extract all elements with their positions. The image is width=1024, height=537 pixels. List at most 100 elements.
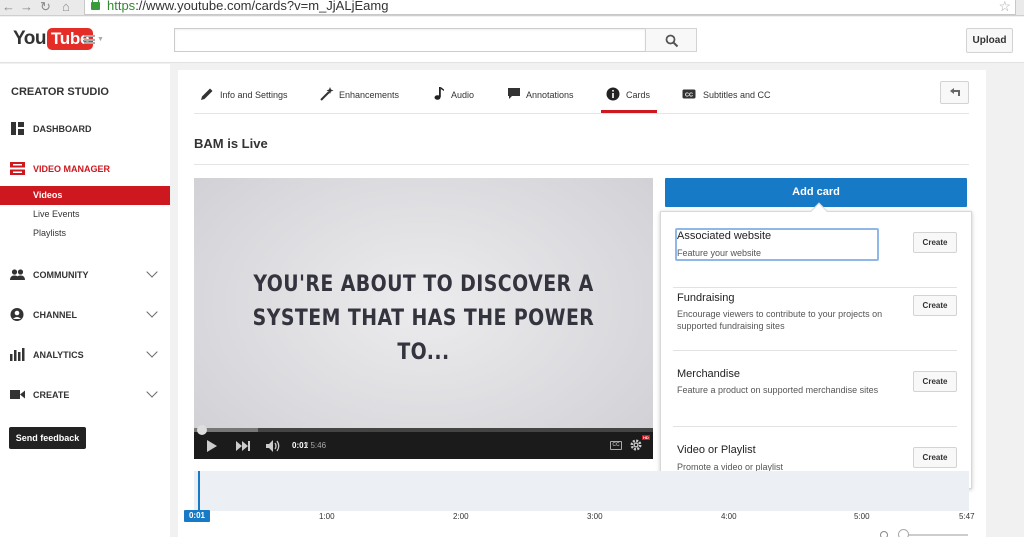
sidebar-subitem-label: Live Events — [33, 209, 80, 219]
timeline-tick: 2:00 — [453, 512, 469, 521]
create-button[interactable]: Create — [913, 371, 957, 392]
community-icon — [10, 269, 25, 280]
search-button[interactable] — [645, 28, 697, 52]
sidebar-item-label: DASHBOARD — [33, 124, 92, 134]
timeline-tick: 5:47 — [959, 512, 975, 521]
pencil-icon — [201, 88, 213, 100]
magic-wand-icon — [320, 87, 334, 101]
chevron-down-icon[interactable]: ▼ — [97, 36, 104, 43]
timeline-tick: 3:00 — [587, 512, 603, 521]
timeline-playhead[interactable] — [198, 471, 200, 511]
chevron-down-icon[interactable] — [146, 386, 158, 398]
video-player[interactable]: YOU'RE ABOUT TO DISCOVER A SYSTEM THAT H… — [194, 178, 653, 459]
upload-button[interactable]: Upload — [966, 28, 1013, 53]
sidebar-subitem-label: Playlists — [33, 228, 67, 238]
play-icon[interactable] — [207, 440, 217, 452]
zoom-slider-handle[interactable] — [898, 529, 909, 537]
volume-icon[interactable] — [266, 440, 282, 452]
speech-bubble-icon — [508, 88, 520, 99]
browser-toolbar: ← → ↻ ⌂ https://www.youtube.com/cards?v=… — [0, 0, 1024, 16]
card-type-menu: Associated website Feature your website … — [660, 202, 972, 489]
chevron-down-icon[interactable] — [146, 346, 158, 358]
address-bar[interactable]: https://www.youtube.com/cards?v=m_JjALjE… — [84, 0, 1016, 15]
dashboard-icon — [11, 122, 24, 135]
create-button[interactable]: Create — [913, 295, 957, 316]
sidebar-item-channel[interactable]: CHANNEL — [0, 306, 170, 324]
video-duration: / 5:46 — [306, 441, 327, 450]
gear-icon[interactable] — [630, 439, 642, 451]
title-divider — [194, 164, 969, 165]
sidebar-item-analytics[interactable]: ANALYTICS — [0, 346, 170, 364]
bookmark-star-icon[interactable]: ☆ — [998, 0, 1011, 15]
search-input[interactable] — [174, 28, 646, 52]
add-card-button[interactable]: Add card — [665, 178, 967, 207]
url-text: https://www.youtube.com/cards?v=m_JjALjE… — [107, 0, 389, 13]
youtube-logo[interactable]: You Tube — [13, 28, 94, 50]
video-overlay-line: YOU'RE ABOUT TO DISCOVER A — [253, 272, 594, 297]
timeline-tick: 4:00 — [721, 512, 737, 521]
send-feedback-button[interactable]: Send feedback — [9, 427, 86, 449]
reload-icon[interactable]: ↻ — [40, 0, 51, 14]
card-timeline[interactable] — [194, 471, 969, 511]
main-content: Info and Settings Enhancements Audio Ann… — [178, 70, 986, 537]
zoom-icon — [880, 531, 888, 537]
sidebar-item-community[interactable]: COMMUNITY — [0, 266, 170, 284]
card-option-description: Feature a product on supported merchandi… — [677, 385, 879, 395]
logo-you-text: You — [13, 28, 46, 49]
create-button[interactable]: Create — [913, 232, 957, 253]
timeline-current-time: 0:01 — [184, 510, 210, 522]
forward-arrow-icon[interactable]: → — [20, 0, 33, 14]
back-button[interactable] — [940, 81, 969, 104]
lock-icon — [91, 0, 100, 10]
captions-icon[interactable]: CC — [610, 441, 622, 450]
tab-label: Audio — [451, 90, 475, 100]
back-arrow-icon[interactable]: ← — [2, 0, 15, 14]
card-option-title: Fundraising — [677, 292, 735, 304]
sidebar-item-label: COMMUNITY — [33, 270, 89, 280]
tab-label: Enhancements — [339, 90, 400, 100]
timeline-tick: 1:00 — [319, 512, 335, 521]
chevron-down-icon[interactable] — [146, 266, 158, 278]
timeline-tick: 5:00 — [854, 512, 870, 521]
scrubber-handle[interactable] — [197, 425, 207, 435]
sidebar-item-label: ANALYTICS — [33, 350, 84, 360]
sidebar-subitem-videos[interactable]: Videos — [0, 186, 170, 205]
tab-label: Annotations — [526, 90, 574, 100]
card-option-description: Feature your website — [677, 248, 762, 258]
search-icon — [665, 34, 679, 48]
tab-label: Cards — [626, 90, 651, 100]
sidebar-subitem-label: Videos — [33, 190, 63, 200]
tab-cards[interactable]: Cards — [601, 87, 657, 113]
card-option-fundraising[interactable]: Fundraising Encourage viewers to contrib… — [673, 275, 957, 351]
music-note-icon — [434, 87, 444, 100]
card-option-title: Associated website — [677, 230, 772, 242]
sidebar-subitem-live-events[interactable]: Live Events — [0, 205, 170, 224]
sidebar-title[interactable]: CREATOR STUDIO — [11, 86, 109, 98]
channel-icon — [10, 308, 24, 321]
sidebar-subitem-playlists[interactable]: Playlists — [0, 224, 170, 243]
analytics-icon — [10, 348, 25, 361]
sidebar-item-create[interactable]: CREATE — [0, 386, 170, 404]
card-option-description: Encourage viewers to contribute to your … — [677, 309, 883, 331]
sidebar-item-label: VIDEO MANAGER — [33, 164, 111, 174]
site-header: You Tube ▼ Upload — [0, 17, 1024, 63]
sidebar-item-dashboard[interactable]: DASHBOARD — [0, 120, 170, 138]
tab-label: Info and Settings — [220, 90, 288, 100]
cc-icon: CC — [682, 89, 696, 99]
progress-bar[interactable] — [194, 425, 653, 435]
sidebar-item-label: CREATE — [33, 390, 70, 400]
svg-text:CC: CC — [685, 93, 693, 99]
hd-badge: HD — [642, 435, 650, 440]
home-icon[interactable]: ⌂ — [62, 0, 70, 14]
next-icon[interactable] — [236, 441, 250, 451]
back-arrow-icon — [950, 88, 960, 96]
guide-menu-icon[interactable] — [84, 35, 95, 44]
card-option-title: Merchandise — [677, 368, 740, 380]
chevron-down-icon[interactable] — [146, 306, 158, 318]
video-overlay-text: YOU'RE ABOUT TO DISCOVER A SYSTEM THAT H… — [226, 268, 621, 370]
video-overlay-line: SYSTEM THAT HAS THE POWER TO... — [252, 306, 595, 365]
card-option-merchandise[interactable]: Merchandise Feature a product on support… — [673, 351, 957, 427]
sidebar-item-video-manager[interactable]: VIDEO MANAGER — [0, 160, 170, 178]
card-option-title: Video or Playlist — [677, 444, 756, 456]
create-button[interactable]: Create — [913, 447, 957, 468]
